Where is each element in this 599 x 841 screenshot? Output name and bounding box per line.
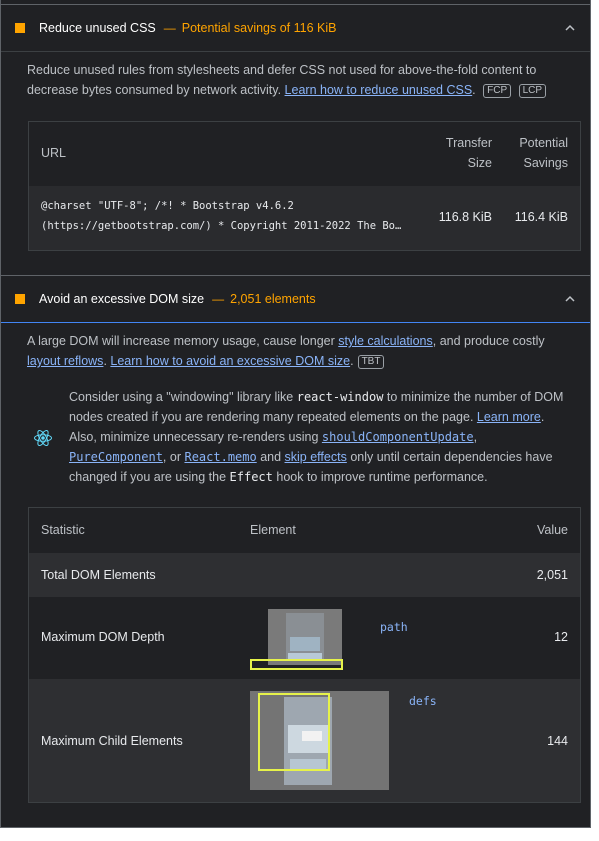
stat-value: 2,051 <box>536 568 568 582</box>
node-tag-label[interactable]: defs <box>409 694 437 708</box>
link-skip-effects[interactable]: skip effects <box>285 450 347 464</box>
table-row: @charset "UTF-8"; /*! * Bootstrap v4.6.2… <box>29 186 580 250</box>
header-transfer-1: Transfer <box>445 136 492 150</box>
learn-link-dom-size[interactable]: Learn how to avoid an excessive DOM size <box>110 354 350 368</box>
chevron-up-icon[interactable] <box>564 293 576 305</box>
audit-panel: Reduce unused CSS — Potential savings of… <box>0 0 591 828</box>
table-row: Total DOM Elements 2,051 <box>29 553 580 597</box>
header-value: Value <box>536 523 568 537</box>
table-header: Statistic Element Value <box>29 508 580 553</box>
element-highlight-box <box>258 693 330 771</box>
stat-name: Total DOM Elements <box>41 568 156 582</box>
note-text: , or <box>162 450 185 464</box>
potential-savings-value: 116.4 KiB <box>514 210 568 224</box>
audit-description: A large DOM will increase memory usage, … <box>27 334 545 369</box>
link-purecomponent[interactable]: PureComponent <box>69 450 163 464</box>
stat-value: 12 <box>554 630 568 644</box>
dom-stats-table: Statistic Element Value Total DOM Elemen… <box>28 507 581 803</box>
audit-display-value: Potential savings of 116 KiB <box>181 21 337 35</box>
warning-square-icon <box>15 294 25 304</box>
header-element: Element <box>250 523 296 537</box>
focus-divider <box>1 322 590 323</box>
url-line-1: @charset "UTF-8"; /*! * Bootstrap v4.6.2 <box>41 200 294 212</box>
chevron-up-icon[interactable] <box>564 22 576 34</box>
title-separator: — <box>212 292 225 306</box>
node-tag-label[interactable]: path <box>380 620 408 634</box>
title-separator: — <box>163 21 176 35</box>
metric-badge-lcp: LCP <box>518 84 547 98</box>
audit-header-unused-css[interactable]: Reduce unused CSS — Potential savings of… <box>1 5 590 51</box>
stat-name: Maximum DOM Depth <box>41 630 165 644</box>
audit-display-value: 2,051 elements <box>230 292 316 306</box>
element-screenshot-thumbnail[interactable] <box>268 609 342 665</box>
audit-title: Reduce unused CSS <box>39 21 156 35</box>
header-statistic: Statistic <box>41 523 85 537</box>
link-shouldcomponentupdate[interactable]: shouldComponentUpdate <box>322 430 474 444</box>
stack-pack-note: Consider using a "windowing" library lik… <box>69 387 574 487</box>
description-text: , and produce costly <box>432 334 545 348</box>
stat-value: 144 <box>547 734 568 748</box>
warning-square-icon <box>15 23 25 33</box>
url-line-2: (https://getbootstrap.com/) * Copyright … <box>41 220 401 232</box>
header-url: URL <box>41 146 67 160</box>
learn-more-link[interactable]: Learn more <box>477 410 541 424</box>
note-text: , <box>473 430 478 444</box>
audit-description: Reduce unused rules from stylesheets and… <box>27 60 581 100</box>
note-text: Consider using a "windowing" library lik… <box>69 390 297 404</box>
transfer-size-value: 116.8 KiB <box>438 210 492 224</box>
header-transfer-2: Size <box>467 156 492 170</box>
note-text: hook to improve runtime performance. <box>272 470 488 484</box>
metric-badge-fcp: FCP <box>483 84 512 98</box>
react-icon <box>34 429 52 447</box>
link-react-memo[interactable]: React.memo <box>184 450 256 464</box>
code-react-window: react-window <box>296 390 384 404</box>
learn-link-unused-css[interactable]: Learn how to reduce unused CSS <box>285 83 473 97</box>
stat-name: Maximum Child Elements <box>41 734 183 748</box>
link-layout-reflows[interactable]: layout reflows <box>27 354 103 368</box>
audit-header-dom-size[interactable]: Avoid an excessive DOM size — 2,051 elem… <box>1 276 590 322</box>
audit-title: Avoid an excessive DOM size <box>39 292 205 306</box>
table-row: Maximum DOM Depth path 12 <box>29 597 580 679</box>
table-row: Maximum Child Elements defs 144 <box>29 679 580 802</box>
link-style-calculations[interactable]: style calculations <box>338 334 433 348</box>
unused-css-table: URL Transfer Size Potential Savings @cha… <box>28 121 581 251</box>
note-text: and <box>256 450 285 464</box>
header-savings-2: Savings <box>523 156 568 170</box>
header-savings-1: Potential <box>519 136 568 150</box>
header-divider <box>1 51 590 52</box>
metric-badge-tbt: TBT <box>357 355 385 369</box>
element-highlight-box <box>250 659 343 670</box>
description-text: A large DOM will increase memory usage, … <box>27 334 339 348</box>
table-header: URL Transfer Size Potential Savings <box>29 122 580 186</box>
code-effect: Effect <box>229 470 273 484</box>
